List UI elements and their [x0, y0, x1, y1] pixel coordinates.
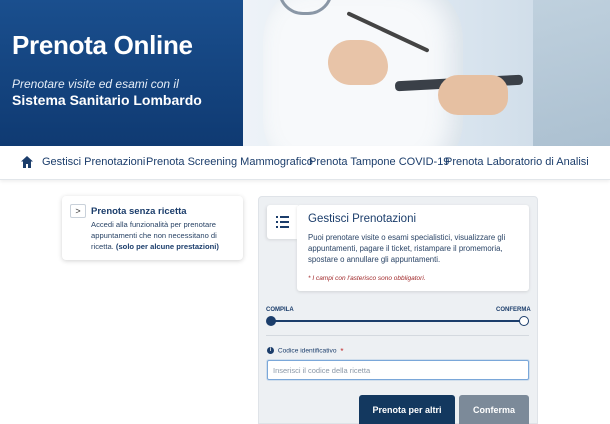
list-icon: [276, 216, 289, 228]
home-icon[interactable]: [20, 155, 34, 169]
step-conferma-label: CONFERMA: [496, 307, 531, 313]
hero-banner: Prenota Online Prenotare visite ed esami…: [0, 0, 610, 146]
required-asterisk: *: [340, 347, 344, 356]
nav-prenota-tampone[interactable]: Prenota Tampone COVID-19: [309, 156, 449, 168]
hero-image-hand: [328, 40, 388, 85]
step-compila-label: COMPILA: [266, 307, 294, 313]
panel-title: Gestisci Prenotazioni: [308, 213, 417, 225]
nav-prenota-laboratorio[interactable]: Prenota Laboratorio di Analisi: [445, 156, 589, 168]
hero-image-hand-2: [438, 75, 508, 115]
hero-subtitle: Prenotare visite ed esami con il: [12, 77, 179, 91]
nav-prenota-screening[interactable]: Prenota Screening Mammografico: [146, 156, 313, 168]
prenota-senza-ricetta-card[interactable]: > Prenota senza ricetta Accedi alla funz…: [62, 196, 243, 260]
hero-title: Prenota Online: [12, 30, 193, 60]
conferma-button[interactable]: Conferma: [459, 395, 529, 424]
hero-image-window: [533, 0, 610, 146]
prenota-per-altri-button[interactable]: Prenota per altri: [359, 395, 455, 424]
side-card-note: (solo per alcune prestazioni): [115, 242, 219, 251]
info-icon[interactable]: i: [267, 347, 274, 354]
codice-identificativo-label: i Codice identificativo *: [267, 347, 343, 356]
required-fields-note: * I campi con l'asterisco sono obbligato…: [308, 275, 426, 282]
step-compila-dot: [266, 316, 276, 326]
progress-line: [270, 320, 525, 322]
codice-identificativo-input[interactable]: [267, 360, 529, 380]
panel-icon-badge: [267, 205, 298, 239]
info-card: Gestisci Prenotazioni Puoi prenotare vis…: [297, 205, 529, 291]
hero-text-area: Prenota Online Prenotare visite ed esami…: [0, 0, 245, 146]
chevron-right-icon[interactable]: >: [70, 204, 86, 218]
panel-description: Puoi prenotare visite o esami specialist…: [308, 233, 506, 264]
field-label-text: Codice identificativo: [277, 347, 337, 355]
step-conferma-dot: [519, 316, 529, 326]
side-card-text: Accedi alla funzionalità per prenotare a…: [91, 219, 236, 252]
hero-system-name: Sistema Sanitario Lombardo: [12, 92, 202, 108]
nav-gestisci-prenotazioni[interactable]: Gestisci Prenotazioni: [42, 156, 145, 168]
main-navigation: Gestisci Prenotazioni Prenota Screening …: [0, 146, 610, 180]
hero-doctor-image: [243, 0, 610, 146]
side-card-title: Prenota senza ricetta: [91, 206, 187, 217]
divider: [266, 335, 529, 336]
